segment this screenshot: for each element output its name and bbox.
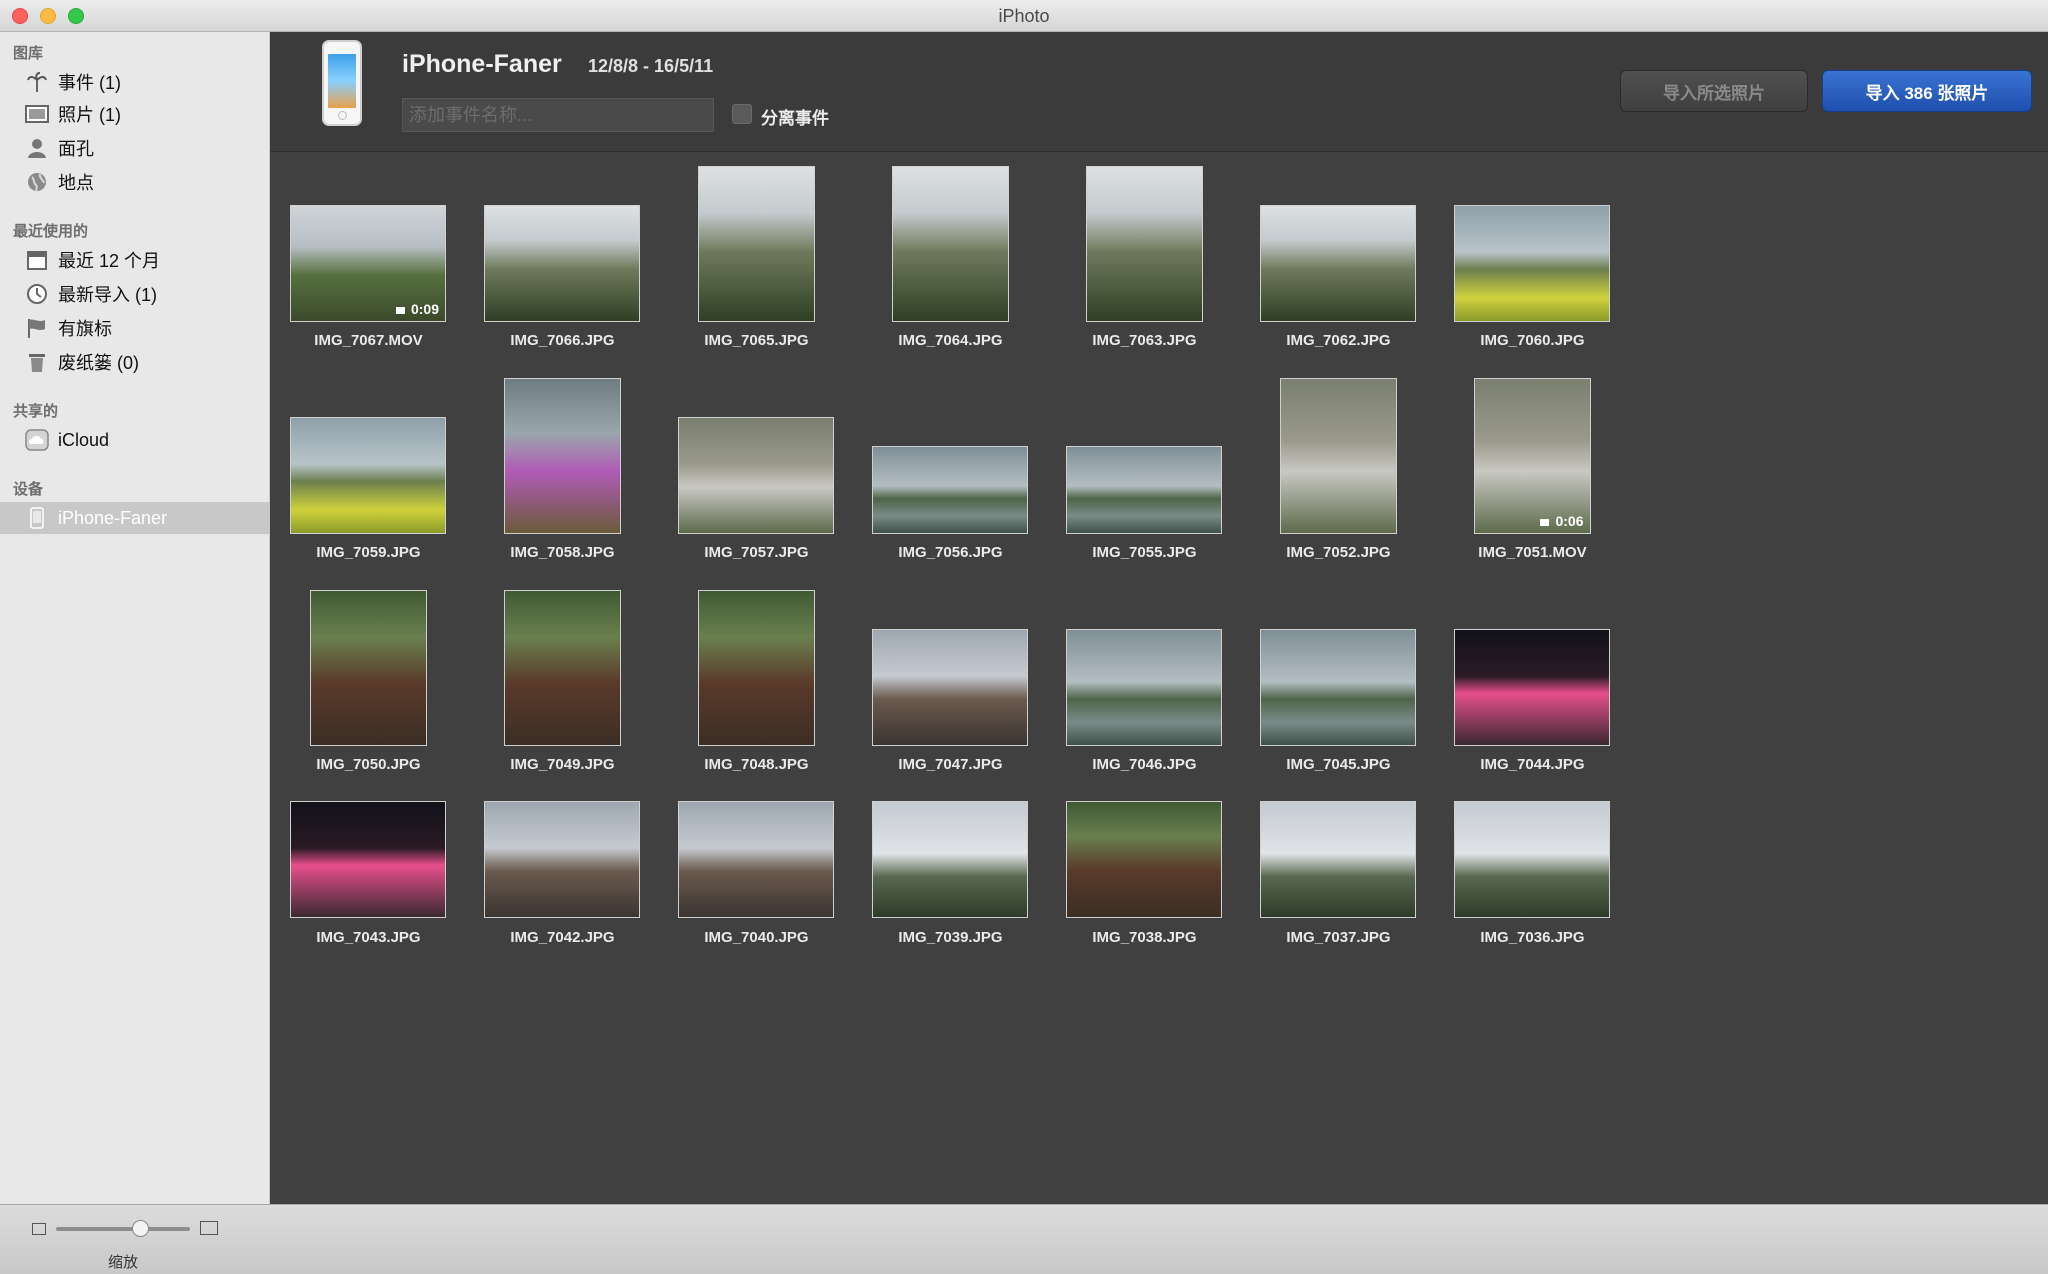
- photo-thumbnail[interactable]: [1279, 378, 1397, 534]
- video-duration: 0:06: [1540, 513, 1584, 529]
- calendar-icon: [24, 248, 50, 272]
- person-icon: [24, 136, 50, 160]
- photo-thumbnail[interactable]: [1454, 629, 1610, 746]
- iphone-device-icon: [322, 40, 362, 126]
- cloud-icon: [24, 428, 50, 452]
- video-duration-text: 0:06: [1555, 513, 1584, 529]
- photo-thumbnail[interactable]: [290, 417, 446, 534]
- sidebar-item-label: 事件 (1): [58, 73, 121, 93]
- photo-thumbnail[interactable]: [872, 801, 1028, 918]
- sidebar: 图库 事件 (1) 照片 (1) 面孔 地点 最近使用的 最近 12 个月 最新…: [0, 32, 270, 1204]
- sidebar-section-recent: 最近使用的: [13, 223, 89, 240]
- split-events-checkbox[interactable]: [732, 104, 752, 124]
- photo-thumbnail[interactable]: [1454, 801, 1610, 918]
- photo-filename: IMG_7044.JPG: [1480, 756, 1585, 773]
- sidebar-item-label: iPhone-Faner: [58, 507, 168, 528]
- video-camera-icon: [395, 306, 405, 314]
- photo-thumbnail[interactable]: 0:09: [290, 205, 446, 322]
- photo-thumbnail[interactable]: [1260, 801, 1416, 918]
- photo-thumbnail[interactable]: [678, 417, 834, 534]
- globe-icon: [24, 170, 50, 194]
- photo-thumbnail[interactable]: [1454, 205, 1610, 322]
- sidebar-item-flagged[interactable]: 有旗标: [0, 312, 270, 344]
- photo-thumbnail[interactable]: [309, 590, 427, 746]
- device-header: iPhone-Faner 12/8/8 - 16/5/11 分离事件 导入所选照…: [270, 32, 2048, 152]
- trash-icon: [24, 350, 50, 374]
- photo-thumbnail[interactable]: [1260, 629, 1416, 746]
- import-view: iPhone-Faner 12/8/8 - 16/5/11 分离事件 导入所选照…: [270, 32, 2048, 1204]
- sidebar-section-shared: 共享的: [13, 403, 59, 420]
- split-events-label[interactable]: 分离事件: [761, 104, 829, 129]
- sidebar-item-trash[interactable]: 废纸篓 (0): [0, 346, 270, 378]
- photo-filename: IMG_7036.JPG: [1480, 929, 1585, 946]
- sidebar-item-last-12-months[interactable]: 最近 12 个月: [0, 244, 270, 276]
- photo-filename: IMG_7060.JPG: [1480, 332, 1585, 349]
- palm-tree-icon: [24, 70, 50, 94]
- title-bar: iPhoto: [0, 0, 2048, 32]
- window-title: iPhoto: [998, 6, 1050, 26]
- zoom-label: 缩放: [108, 1254, 139, 1271]
- photo-filename: IMG_7051.MOV: [1478, 544, 1587, 561]
- photo-thumbnail[interactable]: [891, 166, 1009, 322]
- photo-icon: [24, 102, 50, 126]
- photo-thumbnail[interactable]: [503, 378, 621, 534]
- photo-thumbnail[interactable]: [1260, 205, 1416, 322]
- sidebar-item-label: 照片 (1): [58, 105, 121, 125]
- sidebar-item-events[interactable]: 事件 (1): [0, 66, 270, 98]
- bottom-toolbar: 缩放: [0, 1204, 2048, 1274]
- import-all-button[interactable]: 导入 386 张照片: [1822, 70, 2032, 112]
- sidebar-item-label: 面孔: [58, 139, 94, 159]
- photo-thumbnail[interactable]: [872, 629, 1028, 746]
- photo-thumbnail[interactable]: [484, 205, 640, 322]
- photo-thumbnail[interactable]: [503, 590, 621, 746]
- sidebar-item-photos[interactable]: 照片 (1): [0, 98, 270, 130]
- photo-thumbnail[interactable]: [1066, 446, 1222, 534]
- photo-thumbnail[interactable]: [678, 801, 834, 918]
- photo-thumbnail[interactable]: [1066, 629, 1222, 746]
- photo-thumbnail[interactable]: [1085, 166, 1203, 322]
- sidebar-item-label: 最近 12 个月: [58, 251, 161, 271]
- photo-thumbnail[interactable]: [872, 446, 1028, 534]
- video-duration: 0:09: [395, 301, 439, 317]
- photo-grid: 0:09 IMG_7067.MOV IMG_7066.JPG IMG_7065.JPG…: [270, 152, 2048, 1204]
- flag-icon: [24, 316, 50, 340]
- zoom-out-icon[interactable]: [32, 1223, 46, 1235]
- photo-thumbnail[interactable]: [1066, 801, 1222, 918]
- sidebar-section-library: 图库: [13, 45, 44, 62]
- sidebar-item-icloud[interactable]: iCloud: [0, 424, 270, 456]
- clock-icon: [24, 282, 50, 306]
- sidebar-item-iphone-faner[interactable]: iPhone-Faner: [0, 502, 270, 534]
- iphone-icon: [24, 506, 50, 530]
- photo-thumbnail[interactable]: 0:06: [1473, 378, 1591, 534]
- sidebar-item-label: iCloud: [58, 429, 110, 450]
- sidebar-item-label: 废纸篓 (0): [58, 353, 139, 373]
- sidebar-item-faces[interactable]: 面孔: [0, 132, 270, 164]
- sidebar-item-label: 有旗标: [58, 319, 112, 339]
- photo-thumbnail[interactable]: [697, 590, 815, 746]
- photo-thumbnail[interactable]: [290, 801, 446, 918]
- zoom-slider[interactable]: [56, 1227, 190, 1231]
- sidebar-item-label: 地点: [58, 173, 94, 193]
- photo-thumbnail[interactable]: [484, 801, 640, 918]
- zoom-slider-knob[interactable]: [132, 1220, 149, 1237]
- sidebar-item-label: 最新导入 (1): [58, 285, 157, 305]
- video-duration-text: 0:09: [410, 301, 439, 317]
- sidebar-item-last-import[interactable]: 最新导入 (1): [0, 278, 270, 310]
- import-selected-button[interactable]: 导入所选照片: [1620, 70, 1808, 112]
- date-range: 12/8/8 - 16/5/11: [588, 56, 714, 76]
- device-name: iPhone-Faner: [402, 50, 562, 78]
- photo-thumbnail[interactable]: [697, 166, 815, 322]
- sidebar-section-devices: 设备: [13, 481, 44, 498]
- sidebar-item-places[interactable]: 地点: [0, 166, 270, 198]
- video-camera-icon: [1540, 518, 1550, 526]
- event-name-input[interactable]: [402, 98, 714, 132]
- zoom-in-icon[interactable]: [200, 1221, 218, 1235]
